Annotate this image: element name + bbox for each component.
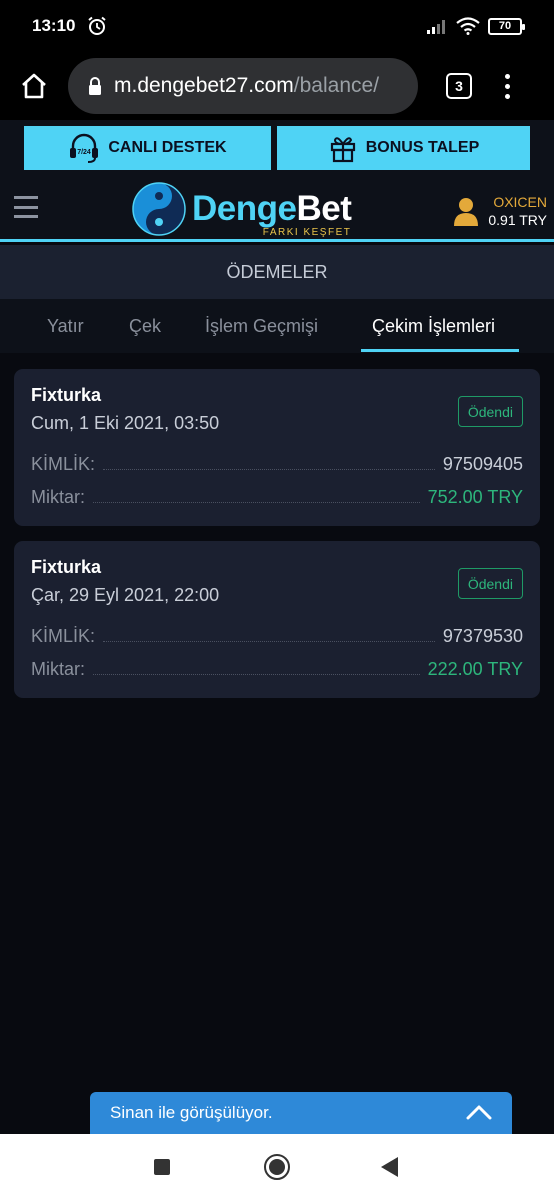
user-avatar-icon[interactable] — [453, 196, 479, 226]
hamburger-menu-icon[interactable] — [14, 196, 38, 218]
payment-tabs: Yatır Çek İşlem Geçmişi Çekim İşlemleri — [0, 299, 554, 353]
recents-button[interactable] — [154, 1159, 170, 1175]
transaction-amount-value: 222.00 TRY — [427, 659, 523, 679]
transaction-id-label: KİMLİK: — [31, 626, 96, 646]
transaction-provider: Fixturka — [31, 385, 102, 405]
wifi-icon — [456, 17, 480, 35]
transaction-amount-row: Miktar: 752.00 TRY — [31, 484, 523, 508]
tab-deposit[interactable]: Yatır — [47, 299, 84, 353]
home-button[interactable] — [264, 1154, 290, 1180]
url-path: /balance/ — [293, 74, 380, 97]
live-support-button[interactable]: 7/24 CANLI DESTEK — [24, 126, 271, 170]
transaction-id-row: KİMLİK: 97509405 — [31, 451, 523, 475]
logo-wordmark: DengeBet — [192, 189, 352, 228]
bonus-request-button[interactable]: BONUS TALEP — [277, 126, 530, 170]
transaction-amount-label: Miktar: — [31, 659, 85, 679]
headset-icon: 7/24 — [70, 133, 99, 163]
transaction-date: Çar, 29 Eyl 2021, 22:00 — [31, 585, 220, 605]
battery-indicator: 70 — [488, 17, 525, 35]
transaction-id-label: KİMLİK: — [31, 454, 96, 474]
transaction-date: Cum, 1 Eki 2021, 03:50 — [31, 413, 220, 433]
browser-home-button[interactable] — [10, 62, 58, 110]
system-navigation-bar — [0, 1134, 554, 1200]
transaction-provider: Fixturka — [31, 557, 102, 577]
tab-transaction-history[interactable]: İşlem Geçmişi — [205, 299, 318, 353]
username[interactable]: OXICEN — [493, 194, 547, 210]
transaction-id-value: 97379530 — [442, 626, 523, 646]
transaction-card: Fixturka Çar, 29 Eyl 2021, 22:00 Ödendi … — [14, 541, 540, 698]
live-support-label: CANLI DESTEK — [108, 139, 227, 156]
support-hours-text: 7/24 — [78, 149, 92, 156]
dotted-leader — [103, 641, 435, 642]
browser-toolbar: m.dengebet27.com/balance/ 3 — [0, 52, 554, 120]
menu-dot — [504, 93, 510, 99]
section-title: ÖDEMELER — [0, 245, 554, 299]
chat-status-label: Sinan ile görüşülüyor. — [110, 1103, 273, 1122]
active-tab-indicator — [361, 349, 519, 352]
transaction-amount-label: Miktar: — [31, 487, 85, 507]
dotted-leader — [103, 469, 435, 470]
browser-menu-button[interactable] — [502, 73, 512, 99]
status-badge: Ödendi — [457, 568, 523, 599]
transaction-amount-row: Miktar: 222.00 TRY — [31, 656, 523, 680]
user-balance: 0.91 TRY — [488, 212, 547, 228]
tab-count: 3 — [455, 78, 463, 94]
site-header: DengeBet FARKI KEŞFET OXICEN 0.91 TRY — [0, 174, 554, 242]
tab-withdrawal-transactions[interactable]: Çekim İşlemleri — [372, 299, 495, 353]
status-badge: Ödendi — [457, 396, 523, 427]
logo-part-bet: Bet — [296, 189, 352, 228]
promo-bar: 7/24 CANLI DESTEK BONUS TALEP — [0, 120, 554, 174]
battery-level: 70 — [498, 20, 512, 32]
home-dot — [269, 1159, 285, 1175]
alarm-icon — [88, 16, 107, 35]
chevron-up-icon[interactable] — [466, 1104, 492, 1120]
site-logo[interactable]: DengeBet FARKI KEŞFET — [132, 182, 352, 239]
status-time: 13:10 — [32, 16, 76, 35]
logo-tagline: FARKI KEŞFET — [262, 227, 352, 238]
transaction-id-row: KİMLİK: 97379530 — [31, 623, 523, 647]
status-bar: 13:10 70 — [0, 0, 554, 52]
logo-text: DengeBet FARKI KEŞFET — [192, 189, 352, 239]
menu-dot — [504, 83, 510, 89]
tab-switcher-button[interactable]: 3 — [446, 73, 472, 99]
transaction-id-value: 97509405 — [442, 454, 523, 474]
signal-icon — [427, 20, 445, 34]
transaction-amount-value: 752.00 TRY — [427, 487, 523, 507]
lock-icon — [89, 77, 101, 95]
menu-dot — [504, 73, 510, 79]
logo-part-denge: Denge — [192, 189, 297, 228]
tab-withdraw[interactable]: Çek — [129, 299, 161, 353]
address-bar[interactable]: m.dengebet27.com/balance/ — [68, 58, 418, 114]
gift-icon — [330, 137, 355, 163]
dotted-leader — [93, 502, 420, 503]
url-host: m.dengebet27.com — [114, 74, 294, 97]
transaction-card: Fixturka Cum, 1 Eki 2021, 03:50 Ödendi K… — [14, 369, 540, 526]
live-chat-bar[interactable]: Sinan ile görüşülüyor. — [90, 1092, 512, 1134]
back-button[interactable] — [381, 1157, 398, 1177]
home-icon — [22, 73, 46, 99]
bonus-request-label: BONUS TALEP — [365, 139, 480, 156]
dotted-leader — [93, 674, 420, 675]
yin-yang-logo-icon — [132, 182, 186, 236]
